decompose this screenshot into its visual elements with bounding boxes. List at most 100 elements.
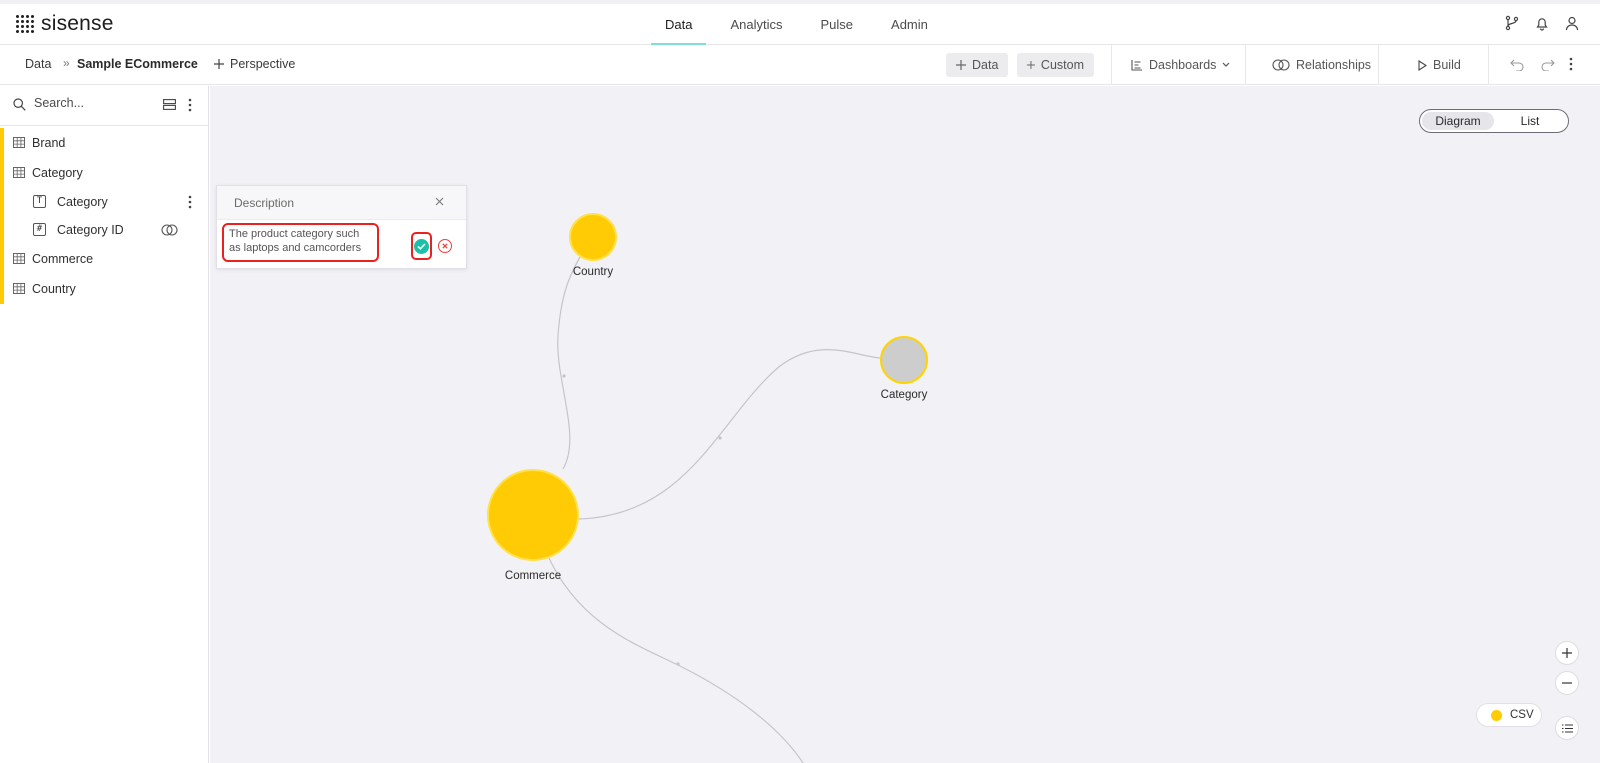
- tab-admin[interactable]: Admin: [877, 4, 942, 45]
- field-label: Category: [57, 195, 108, 209]
- main-nav-tabs: Data Analytics Pulse Admin: [651, 4, 952, 46]
- field-category-id[interactable]: # Category ID: [0, 216, 208, 244]
- logo-dots-icon: [16, 14, 34, 34]
- git-branch-icon[interactable]: [1504, 15, 1520, 31]
- sidebar-item-label: Brand: [32, 136, 66, 150]
- sidebar-item-label: Commerce: [32, 252, 94, 266]
- category-table-group: Category T Category # Category ID: [0, 158, 208, 244]
- confirm-button[interactable]: [414, 238, 429, 254]
- cancel-button[interactable]: [438, 239, 452, 253]
- build-label: Build: [1433, 58, 1461, 72]
- bell-icon[interactable]: [1534, 15, 1550, 31]
- description-popup: Description The product category such as…: [216, 185, 467, 269]
- chevron-down-icon: [1222, 62, 1230, 67]
- list-icon: [1561, 723, 1573, 733]
- breadcrumb-separator: »: [63, 56, 70, 70]
- tab-data[interactable]: Data: [651, 4, 707, 46]
- add-data-button[interactable]: Data: [946, 53, 1009, 77]
- sidebar-kebab-icon[interactable]: [188, 98, 192, 112]
- edge-commerce-brand[interactable]: [547, 555, 805, 763]
- sidebar-item-category[interactable]: Category: [0, 158, 208, 188]
- view-toggle: Diagram List: [1419, 109, 1569, 133]
- user-icon[interactable]: [1564, 15, 1580, 31]
- plus-icon: [1562, 648, 1572, 658]
- plus-icon: [956, 60, 966, 70]
- minus-icon: [1562, 682, 1572, 684]
- node-label-category: Category: [880, 389, 928, 401]
- dashboards-dropdown[interactable]: Dashboards: [1121, 53, 1240, 77]
- plus-icon: [1027, 61, 1035, 69]
- sidebar-item-commerce[interactable]: Commerce: [0, 244, 208, 274]
- field-category[interactable]: T Category: [0, 188, 208, 216]
- dashboards-icon: [1131, 60, 1142, 71]
- table-icon: [13, 283, 25, 294]
- toolbar-divider: [1245, 45, 1246, 85]
- toolbar-divider: [1488, 45, 1489, 85]
- list-view-option[interactable]: List: [1494, 112, 1566, 130]
- legend-list-button[interactable]: [1555, 716, 1579, 740]
- legend-csv[interactable]: CSV: [1476, 703, 1542, 727]
- undo-icon[interactable]: [1510, 59, 1524, 71]
- field-kebab-icon[interactable]: [188, 195, 192, 209]
- add-data-label: Data: [972, 58, 999, 72]
- edge-commerce-category[interactable]: [577, 349, 881, 520]
- sidebar-item-country[interactable]: Country: [0, 274, 208, 304]
- node-category[interactable]: [880, 336, 928, 384]
- node-country[interactable]: [569, 213, 617, 261]
- numeric-field-icon: #: [33, 223, 46, 236]
- search-input[interactable]: [34, 96, 144, 110]
- collapse-all-icon[interactable]: [163, 99, 176, 110]
- table-color-bar: [0, 274, 4, 304]
- diagram-view-option[interactable]: Diagram: [1422, 112, 1494, 130]
- table-icon: [13, 137, 25, 148]
- edge-midpoint: [562, 374, 566, 378]
- sidebar-search: [0, 86, 208, 126]
- check-icon: [417, 242, 426, 250]
- zoom-in-button[interactable]: [1555, 641, 1579, 665]
- sidebar-item-brand[interactable]: Brand: [0, 128, 208, 158]
- edge-midpoint: [676, 662, 680, 666]
- breadcrumb-data[interactable]: Data: [25, 57, 51, 71]
- table-color-bar: [0, 128, 4, 158]
- plus-icon: [214, 59, 224, 69]
- x-icon: [442, 243, 448, 249]
- model-toolbar: Data » Sample ECommerce Perspective Data…: [0, 45, 1600, 85]
- build-button[interactable]: Build: [1408, 53, 1471, 77]
- redo-icon[interactable]: [1541, 59, 1555, 71]
- csv-color-dot: [1491, 709, 1502, 721]
- relationships-label: Relationships: [1296, 58, 1372, 72]
- kebab-menu-icon[interactable]: [1569, 57, 1573, 71]
- app-name: sisense: [41, 12, 114, 35]
- confirm-highlight: [411, 232, 432, 260]
- tab-analytics[interactable]: Analytics: [716, 4, 796, 45]
- search-icon: [13, 98, 26, 111]
- close-icon[interactable]: [435, 197, 444, 206]
- node-commerce[interactable]: [487, 469, 579, 561]
- top-right-icons: [1504, 15, 1580, 31]
- sisense-logo[interactable]: sisense: [16, 12, 114, 36]
- perspective-label: Perspective: [230, 57, 296, 71]
- description-textarea[interactable]: The product category such as laptops and…: [222, 223, 379, 262]
- field-label: Category ID: [57, 223, 124, 237]
- node-label-commerce: Commerce: [504, 570, 562, 582]
- toolbar-divider: [1378, 45, 1379, 85]
- tables-sidebar: Brand Category T Category # Category ID …: [0, 86, 209, 763]
- sidebar-item-label: Country: [32, 282, 76, 296]
- description-title: Description: [234, 196, 295, 210]
- table-color-bar: [0, 244, 4, 274]
- breadcrumb-model-name: Sample ECommerce: [77, 57, 198, 71]
- description-header: Description: [217, 186, 466, 220]
- top-navbar: sisense Data Analytics Pulse Admin: [0, 0, 1600, 46]
- dashboards-label: Dashboards: [1149, 58, 1217, 72]
- add-custom-button[interactable]: Custom: [1017, 53, 1094, 77]
- relationship-link-icon[interactable]: [161, 224, 178, 236]
- table-icon: [13, 253, 25, 264]
- play-icon: [1418, 59, 1427, 71]
- edge-midpoint: [718, 436, 722, 440]
- sidebar-item-label: Category: [32, 166, 83, 180]
- add-custom-label: Custom: [1040, 58, 1084, 72]
- relationships-button[interactable]: Relationships: [1262, 53, 1381, 77]
- tab-pulse[interactable]: Pulse: [807, 4, 868, 45]
- zoom-out-button[interactable]: [1555, 671, 1579, 695]
- add-perspective-button[interactable]: Perspective: [214, 57, 295, 71]
